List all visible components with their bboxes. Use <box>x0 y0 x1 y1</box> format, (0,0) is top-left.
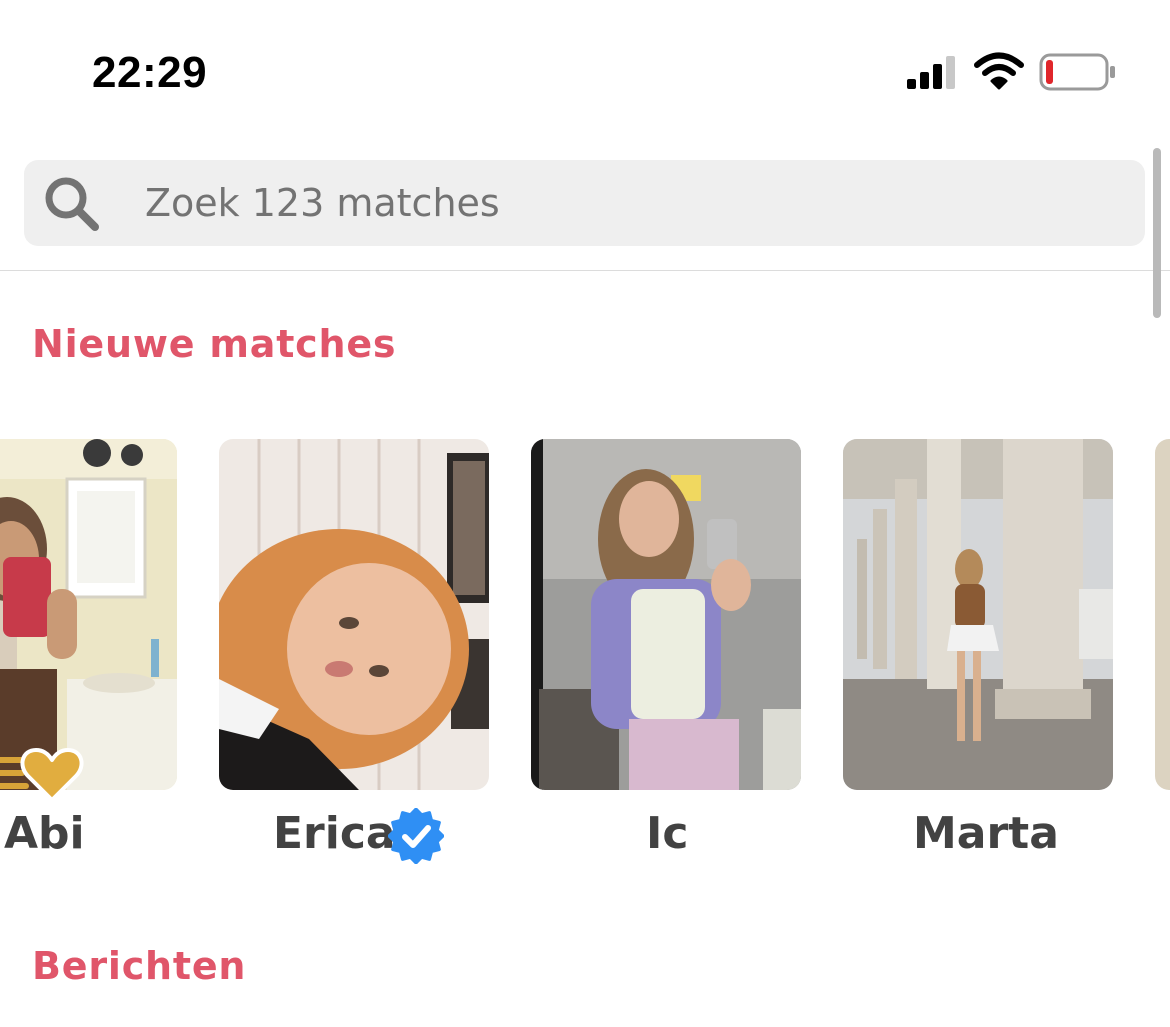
verified-check-icon <box>388 808 444 864</box>
match-card-erica[interactable] <box>219 439 489 790</box>
battery-low-icon <box>1039 53 1115 91</box>
scrollbar[interactable] <box>1153 148 1161 318</box>
new-matches-heading: Nieuwe matches <box>32 322 397 366</box>
status-time: 22:29 <box>92 48 208 97</box>
wifi-icon <box>974 52 1024 90</box>
signal-icon <box>907 56 955 89</box>
header-divider <box>0 270 1170 271</box>
match-card-ic[interactable] <box>531 439 801 790</box>
match-photo-partial <box>1155 439 1170 790</box>
messages-heading: Berichten <box>32 944 247 988</box>
match-card-abi[interactable] <box>0 439 177 790</box>
match-photo-erica <box>219 439 489 790</box>
super-like-heart-icon <box>0 748 84 802</box>
match-photo-marta <box>843 439 1113 790</box>
match-name-ic: Ic <box>646 808 689 859</box>
match-card-partial[interactable] <box>1155 439 1170 790</box>
match-card-marta[interactable] <box>843 439 1113 790</box>
search-icon[interactable] <box>40 172 102 234</box>
matches-screen: 22:29 Nieuwe matches <box>0 0 1170 1027</box>
match-photo-abi <box>0 439 177 790</box>
search-input[interactable] <box>145 172 1045 234</box>
match-photo-ic <box>531 439 801 790</box>
match-name-abi: Abi <box>4 808 85 859</box>
match-name-erica: Erica <box>273 808 396 859</box>
match-name-marta: Marta <box>913 808 1059 859</box>
